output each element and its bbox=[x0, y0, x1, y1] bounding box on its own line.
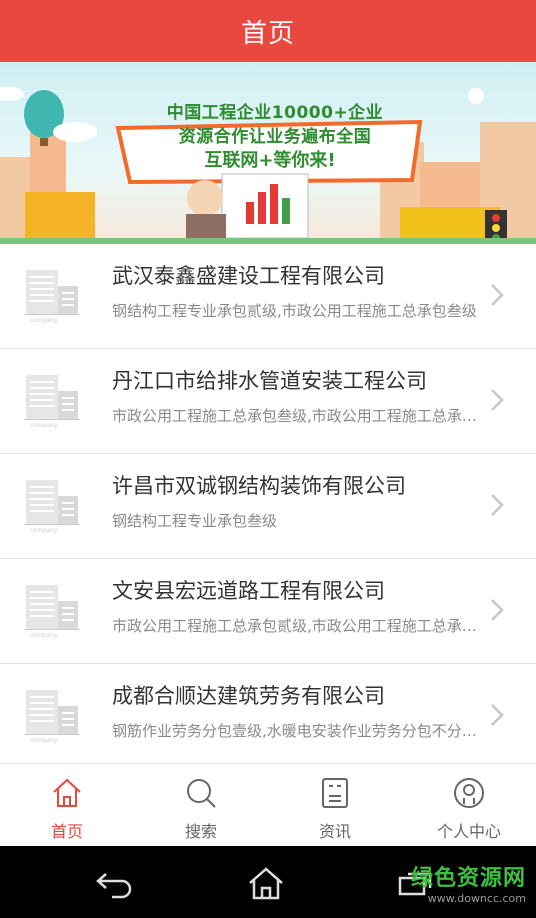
company-list: company 武汉泰鑫盛建设工程有限公司 钢结构工程专业承包贰级,市政公用工程… bbox=[0, 244, 536, 764]
list-item[interactable]: company 许昌市双诚钢结构装饰有限公司 钢结构工程专业承包叁级 bbox=[0, 454, 536, 559]
app-header: 首页 bbox=[0, 0, 536, 62]
chevron-right-icon bbox=[491, 704, 504, 726]
company-name: 武汉泰鑫盛建设工程有限公司 bbox=[112, 264, 385, 288]
building-icon: company bbox=[24, 375, 80, 429]
watermark: 绿色资源网 www.downcc.com bbox=[411, 860, 526, 905]
building-icon: company bbox=[24, 690, 80, 744]
svg-text:company: company bbox=[30, 632, 58, 639]
tab-home[interactable]: 首页 bbox=[0, 764, 134, 846]
back-icon[interactable] bbox=[92, 866, 136, 900]
chevron-right-icon bbox=[491, 389, 504, 411]
watermark-url: www.downcc.com bbox=[427, 892, 526, 905]
svg-text:company: company bbox=[30, 737, 58, 744]
banner-slogan: 互联网+等你来! bbox=[204, 150, 336, 171]
company-qualification: 市政公用工程施工总承包贰级,市政公用工程施工总承包叁级 bbox=[112, 617, 490, 635]
building-icon: company bbox=[24, 480, 80, 534]
building-icon: company bbox=[24, 270, 80, 324]
tab-news[interactable]: 资讯 bbox=[268, 764, 402, 846]
chevron-right-icon bbox=[491, 599, 504, 621]
tab-label: 首页 bbox=[50, 822, 83, 841]
user-icon bbox=[454, 778, 484, 808]
company-qualification: 钢筋作业劳务分包壹级,水暖电安装作业劳务分包不分等级 bbox=[112, 722, 490, 740]
home-nav-icon[interactable] bbox=[244, 866, 288, 900]
tab-label: 资讯 bbox=[318, 822, 351, 841]
search-icon bbox=[187, 779, 216, 808]
watermark-title: 绿色资源网 bbox=[410, 866, 526, 891]
list-item[interactable]: company 文安县宏远道路工程有限公司 市政公用工程施工总承包贰级,市政公用… bbox=[0, 559, 536, 664]
tab-profile[interactable]: 个人中心 bbox=[402, 764, 536, 846]
company-qualification: 钢结构工程专业承包贰级,市政公用工程施工总承包叁级 bbox=[112, 302, 477, 320]
chevron-right-icon bbox=[491, 494, 504, 516]
svg-text:company: company bbox=[30, 317, 58, 324]
page-title: 首页 bbox=[240, 18, 295, 49]
list-item[interactable]: company 武汉泰鑫盛建设工程有限公司 钢结构工程专业承包贰级,市政公用工程… bbox=[0, 244, 536, 349]
banner-headline: 中国工程企业10000+企业 bbox=[166, 103, 384, 123]
chevron-right-icon bbox=[491, 284, 504, 306]
tab-label: 个人中心 bbox=[436, 822, 501, 841]
company-name: 丹江口市给排水管道安装工程公司 bbox=[112, 369, 427, 393]
company-qualification: 市政公用工程施工总承包叁级,市政公用工程施工总承包贰级 bbox=[112, 407, 490, 425]
home-icon bbox=[53, 778, 81, 807]
tab-label: 搜索 bbox=[184, 822, 217, 841]
list-item[interactable]: company 成都合顺达建筑劳务有限公司 钢筋作业劳务分包壹级,水暖电安装作业… bbox=[0, 664, 536, 764]
company-qualification: 钢结构工程专业承包叁级 bbox=[112, 512, 278, 530]
svg-text:company: company bbox=[30, 527, 58, 534]
svg-text:company: company bbox=[30, 422, 58, 429]
company-name: 许昌市双诚钢结构装饰有限公司 bbox=[112, 474, 406, 498]
promo-banner[interactable]: 中国工程企业10000+企业 资源合作让业务遍布全国 互联网+等你来! bbox=[0, 62, 536, 244]
banner-subheadline: 资源合作让业务遍布全国 bbox=[178, 127, 372, 147]
building-icon: company bbox=[24, 585, 80, 639]
tab-search[interactable]: 搜索 bbox=[134, 764, 268, 846]
bottom-tab-bar: 首页 搜索 资讯 个人中心 bbox=[0, 763, 536, 846]
company-name: 成都合顺达建筑劳务有限公司 bbox=[112, 684, 385, 708]
news-icon bbox=[322, 778, 348, 808]
list-item[interactable]: company 丹江口市给排水管道安装工程公司 市政公用工程施工总承包叁级,市政… bbox=[0, 349, 536, 454]
company-name: 文安县宏远道路工程有限公司 bbox=[112, 579, 385, 603]
